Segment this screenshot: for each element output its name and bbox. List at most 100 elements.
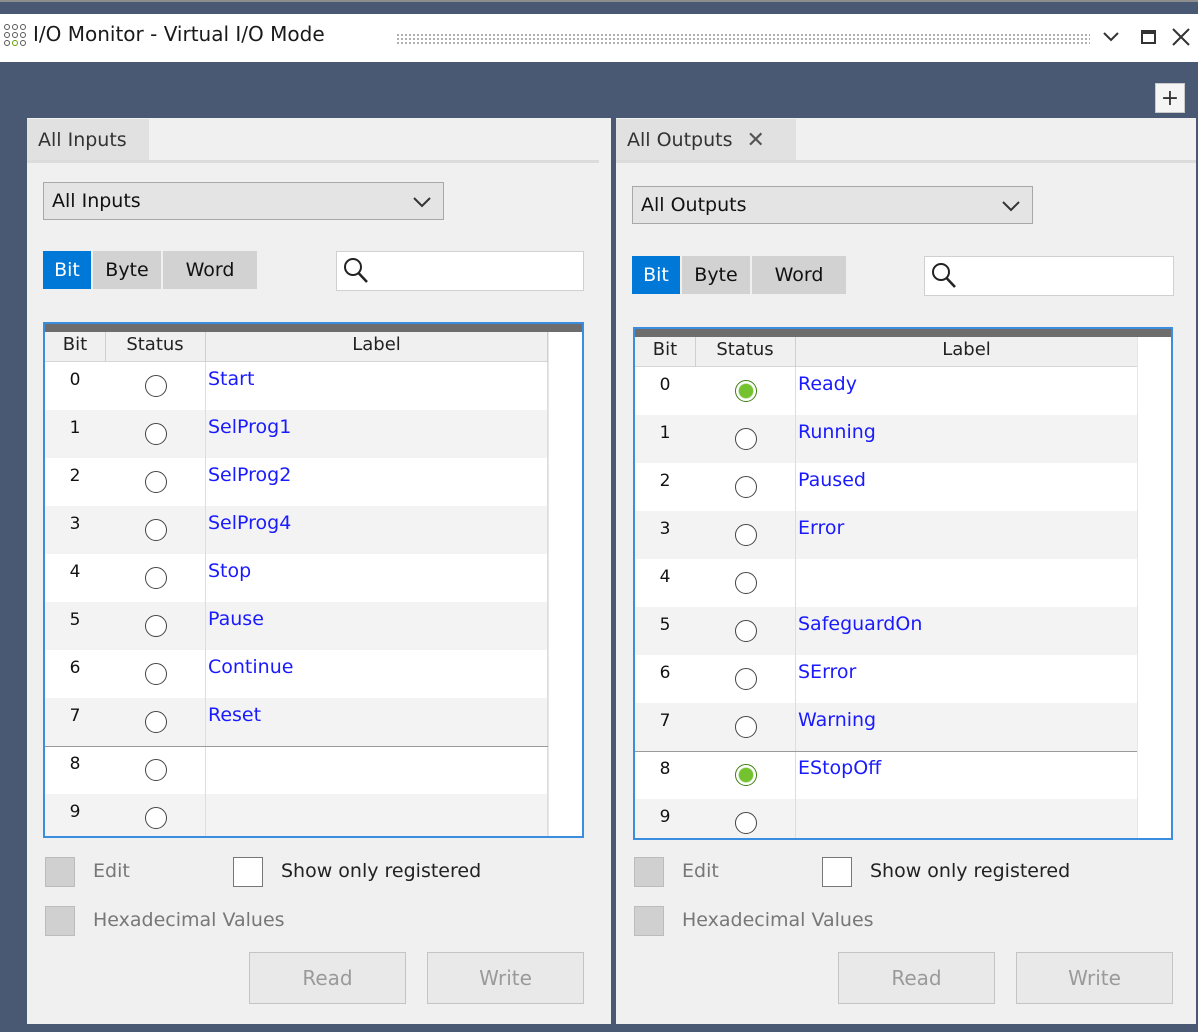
- hex-values-label: Hexadecimal Values: [682, 909, 874, 931]
- write-button[interactable]: Write: [1016, 952, 1173, 1004]
- mode-bit-button[interactable]: Bit: [632, 256, 682, 294]
- outputs-group-dropdown[interactable]: All Outputs: [632, 186, 1033, 224]
- table-row[interactable]: 7 Warning: [635, 703, 1138, 751]
- status-led-off-icon[interactable]: [735, 620, 757, 642]
- edit-checkbox[interactable]: [634, 857, 664, 887]
- status-led-off-icon[interactable]: [145, 471, 167, 493]
- show-registered-checkbox[interactable]: [233, 857, 263, 887]
- chevron-down-icon[interactable]: [1096, 21, 1126, 53]
- column-header-label: Label: [352, 334, 401, 355]
- bit-number: 8: [659, 759, 671, 779]
- table-row[interactable]: 6 Continue: [45, 650, 548, 698]
- title-bar: I/O Monitor - Virtual I/O Mode: [0, 14, 1198, 62]
- bit-number: 7: [659, 711, 671, 731]
- io-label: Paused: [798, 469, 866, 491]
- io-label: Warning: [798, 709, 877, 731]
- status-led-on-icon[interactable]: [735, 764, 757, 786]
- table-header: Bit Status Label: [635, 337, 1138, 367]
- status-led-off-icon[interactable]: [145, 663, 167, 685]
- dropdown-value: All Outputs: [641, 194, 747, 216]
- status-led-off-icon[interactable]: [735, 812, 757, 834]
- add-pane-button[interactable]: +: [1155, 83, 1185, 113]
- write-button[interactable]: Write: [427, 952, 584, 1004]
- outputs-search-field[interactable]: [924, 256, 1174, 296]
- bit-number: 3: [69, 514, 81, 534]
- mode-word-button[interactable]: Word: [752, 256, 846, 294]
- edit-label: Edit: [682, 860, 719, 882]
- status-led-off-icon[interactable]: [145, 615, 167, 637]
- column-header-bit: Bit: [652, 339, 678, 360]
- edit-checkbox[interactable]: [45, 857, 75, 887]
- close-icon[interactable]: ✕: [747, 128, 765, 153]
- status-led-off-icon[interactable]: [145, 807, 167, 829]
- table-row[interactable]: 1 Running: [635, 415, 1138, 463]
- status-led-off-icon[interactable]: [145, 519, 167, 541]
- bit-number: 9: [69, 802, 81, 822]
- status-led-off-icon[interactable]: [145, 375, 167, 397]
- vertical-scrollbar[interactable]: [548, 332, 582, 836]
- tab-label: All Inputs: [38, 129, 127, 151]
- hex-values-label: Hexadecimal Values: [93, 909, 285, 931]
- bit-number: 0: [659, 375, 671, 395]
- table-row[interactable]: 0 Start: [45, 362, 548, 410]
- vertical-scrollbar[interactable]: [1137, 337, 1171, 838]
- table-row[interactable]: 2 SelProg2: [45, 458, 548, 506]
- table-row[interactable]: 1 SelProg1: [45, 410, 548, 458]
- inputs-group-dropdown[interactable]: All Inputs: [43, 182, 444, 220]
- status-led-on-icon[interactable]: [735, 380, 757, 402]
- table-row[interactable]: 3 SelProg4: [45, 506, 548, 554]
- window-title: I/O Monitor - Virtual I/O Mode: [33, 22, 325, 46]
- status-led-off-icon[interactable]: [735, 572, 757, 594]
- mode-word-button[interactable]: Word: [163, 251, 257, 289]
- inputs-table: Bit Status Label 0 Start 1 SelProg1 2 SelProg…: [43, 322, 584, 838]
- bit-number: 5: [659, 615, 671, 635]
- table-top-bar: [635, 329, 1171, 337]
- show-registered-label: Show only registered: [870, 860, 1071, 882]
- hex-values-checkbox[interactable]: [634, 906, 664, 936]
- status-led-off-icon[interactable]: [145, 567, 167, 589]
- status-led-off-icon[interactable]: [145, 423, 167, 445]
- status-led-off-icon[interactable]: [145, 759, 167, 781]
- mode-byte-button[interactable]: Byte: [682, 256, 752, 294]
- hex-values-checkbox[interactable]: [45, 906, 75, 936]
- tab-all-inputs[interactable]: All Inputs: [27, 119, 149, 161]
- close-icon[interactable]: [1166, 21, 1196, 53]
- table-row[interactable]: 5 Pause: [45, 602, 548, 650]
- table-row[interactable]: 9: [45, 794, 548, 836]
- show-registered-checkbox[interactable]: [822, 857, 852, 887]
- status-led-off-icon[interactable]: [145, 711, 167, 733]
- maximize-icon[interactable]: [1134, 21, 1164, 53]
- title-drag-grip[interactable]: [396, 33, 1090, 45]
- read-button[interactable]: Read: [838, 952, 995, 1004]
- table-row[interactable]: 5 SafeguardOn: [635, 607, 1138, 655]
- tab-all-outputs[interactable]: All Outputs ✕: [616, 119, 796, 161]
- mode-byte-button[interactable]: Byte: [93, 251, 163, 289]
- bit-number: 1: [69, 418, 81, 438]
- inputs-search-field[interactable]: [336, 251, 584, 291]
- table-row[interactable]: 4: [635, 559, 1138, 607]
- inputs-panel: All Inputs All Inputs Bit Byte Word Bit …: [27, 118, 611, 1024]
- table-row[interactable]: 3 Error: [635, 511, 1138, 559]
- table-row[interactable]: 6 SError: [635, 655, 1138, 703]
- mode-bit-button[interactable]: Bit: [43, 251, 93, 289]
- bit-number: 1: [659, 423, 671, 443]
- status-led-off-icon[interactable]: [735, 716, 757, 738]
- io-label: Ready: [798, 373, 857, 395]
- status-led-off-icon[interactable]: [735, 668, 757, 690]
- table-row[interactable]: 9: [635, 799, 1138, 838]
- io-label: Continue: [208, 656, 294, 678]
- table-row[interactable]: 2 Paused: [635, 463, 1138, 511]
- io-label: Pause: [208, 608, 264, 630]
- io-label: Stop: [208, 560, 252, 582]
- table-row[interactable]: 0 Ready: [635, 367, 1138, 415]
- table-row[interactable]: 8: [45, 746, 548, 794]
- table-row[interactable]: 7 Reset: [45, 698, 548, 746]
- status-led-off-icon[interactable]: [735, 428, 757, 450]
- table-row[interactable]: 8 EStopOff: [635, 751, 1138, 799]
- table-row[interactable]: 4 Stop: [45, 554, 548, 602]
- io-monitor-window: I/O Monitor - Virtual I/O Mode + All Inp…: [0, 0, 1198, 1032]
- table-header: Bit Status Label: [45, 332, 548, 362]
- status-led-off-icon[interactable]: [735, 524, 757, 546]
- read-button[interactable]: Read: [249, 952, 406, 1004]
- status-led-off-icon[interactable]: [735, 476, 757, 498]
